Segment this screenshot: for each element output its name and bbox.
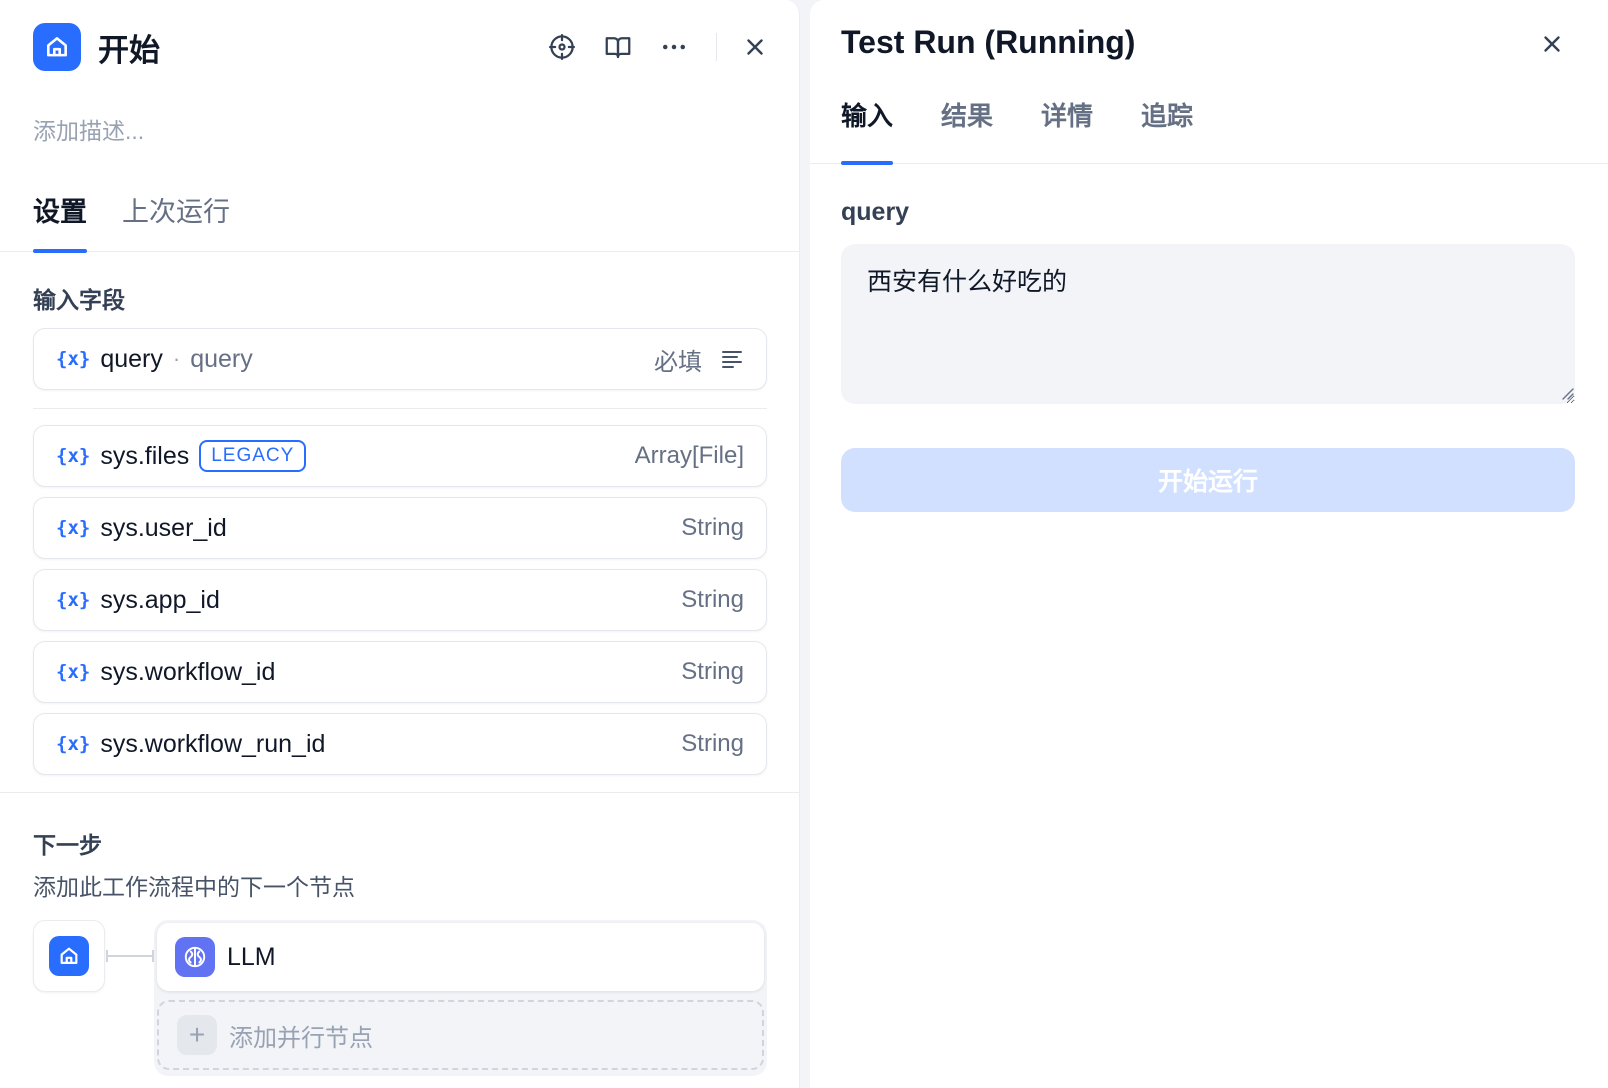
query-input[interactable]: 西安有什么好吃的 (841, 244, 1575, 404)
variable-icon: {x} (56, 733, 91, 755)
more-icon[interactable] (654, 27, 694, 67)
query-field-label: query (841, 198, 910, 226)
variable-label: query (190, 344, 253, 373)
next-node-llm[interactable]: LLM (157, 923, 764, 991)
tab-result[interactable]: 结果 (941, 96, 993, 164)
panel-tabs: 设置 上次运行 (0, 190, 799, 253)
required-text: 必填 (654, 348, 702, 376)
plus-icon: + (177, 1015, 217, 1055)
variable-icon: {x} (56, 661, 91, 683)
book-icon[interactable] (598, 27, 638, 67)
header-actions (526, 27, 775, 67)
variable-type: String (681, 658, 744, 685)
home-icon (49, 936, 89, 976)
description-input[interactable]: 添加描述... (33, 112, 144, 146)
home-icon (33, 23, 81, 71)
separator-dot: · (172, 346, 181, 371)
variable-icon: {x} (56, 517, 91, 539)
tab-tracing[interactable]: 追踪 (1141, 96, 1193, 164)
tab-settings[interactable]: 设置 (33, 190, 87, 253)
variable-name: query (100, 344, 163, 373)
tab-input[interactable]: 输入 (841, 96, 894, 165)
next-step-subtitle: 添加此工作流程中的下一个节点 (33, 874, 355, 900)
system-variable-row: {x} sys.workflow_id String (33, 641, 767, 703)
field-meta: 必填 (654, 342, 744, 377)
start-node-panel: 开始 添加描述... 设置 上次运行 输入字段 {x} query · quer… (0, 0, 800, 1088)
variable-type: String (681, 586, 744, 613)
next-nodes-group: LLM + 添加并行节点 (154, 920, 767, 1076)
test-run-title: Test Run (Running) (841, 24, 1136, 60)
variable-name: sys.workflow_run_id (100, 729, 326, 758)
add-parallel-node-button[interactable]: + 添加并行节点 (157, 1000, 764, 1070)
system-variable-row: {x} sys.files LEGACY Array[File] (33, 425, 767, 487)
system-variable-row: {x} sys.workflow_run_id String (33, 713, 767, 775)
variable-icon: {x} (56, 589, 91, 611)
start-node-mini (33, 920, 105, 992)
variable-type: String (681, 514, 744, 541)
brain-icon (175, 937, 215, 977)
divider (33, 408, 767, 409)
next-step-title: 下一步 (33, 832, 102, 858)
start-run-button[interactable]: 开始运行 (841, 448, 1575, 512)
variable-type: Array[File] (634, 442, 744, 469)
legacy-badge: LEGACY (199, 440, 307, 472)
section-divider (0, 792, 799, 793)
header-divider (716, 33, 717, 61)
variable-icon: {x} (56, 348, 91, 370)
variable-name: sys.user_id (100, 513, 227, 542)
tab-details[interactable]: 详情 (1041, 96, 1093, 164)
tab-last-run[interactable]: 上次运行 (122, 190, 230, 252)
test-run-tabs: 输入 结果 详情 追踪 (810, 96, 1608, 165)
variable-icon: {x} (56, 445, 91, 467)
variable-name: sys.app_id (100, 585, 220, 614)
variable-name: sys.workflow_id (100, 657, 276, 686)
variable-name: sys.files (100, 441, 190, 470)
variable-type: String (681, 730, 744, 757)
system-variable-row: {x} sys.app_id String (33, 569, 767, 631)
input-fields-label: 输入字段 (33, 287, 125, 313)
test-run-panel: Test Run (Running) 输入 结果 详情 追踪 query 西安有… (810, 0, 1608, 1088)
add-parallel-label: 添加并行节点 (229, 1024, 373, 1052)
system-variable-row: {x} sys.user_id String (33, 497, 767, 559)
text-lines-icon (720, 347, 744, 371)
next-node-label: LLM (227, 942, 276, 971)
close-icon[interactable] (735, 27, 775, 67)
panel-header: 开始 (33, 23, 775, 71)
panel-title[interactable]: 开始 (98, 25, 160, 70)
node-connector (106, 950, 154, 962)
close-icon[interactable] (1532, 24, 1572, 64)
input-field-query[interactable]: {x} query · query 必填 (33, 328, 767, 390)
crosshair-icon[interactable] (542, 27, 582, 67)
